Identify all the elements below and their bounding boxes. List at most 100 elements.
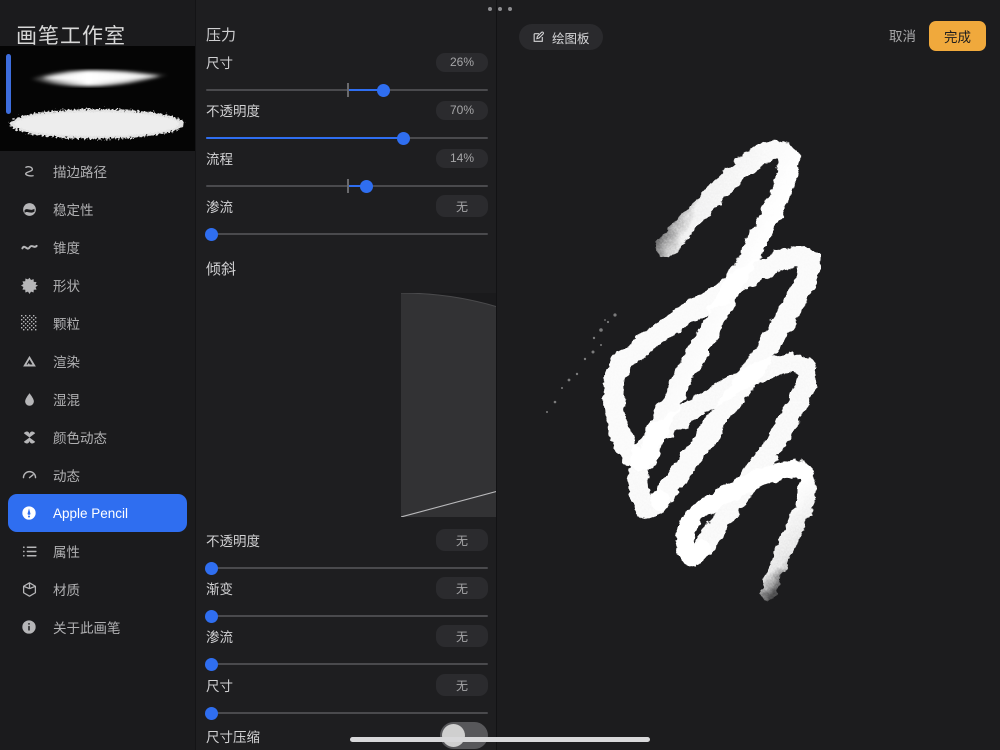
dynamics-icon (18, 464, 40, 486)
materials-icon (18, 578, 40, 600)
sidebar-item-label: 动态 (53, 469, 80, 484)
sidebar-item-4[interactable]: 形状 (8, 266, 187, 304)
slider-value[interactable]: 无 (436, 529, 488, 551)
slider-track-line (206, 712, 488, 714)
sidebar-item-8[interactable]: 颜色动态 (8, 418, 187, 456)
sidebar-menu: 描边路径稳定性锥度形状 颗粒渲染湿混颜色动态动态 Apple Pencil 属性材质关… (0, 152, 195, 646)
slider-row: 渗流 无 (205, 195, 488, 241)
slider-track[interactable] (205, 657, 488, 671)
slider-value[interactable]: 无 (436, 577, 488, 599)
sidebar-item-label: 湿混 (53, 393, 80, 408)
slider-track[interactable] (206, 179, 488, 193)
tilt-pad-graphic (401, 293, 496, 517)
wet-mix-icon (18, 388, 40, 410)
slider-row: 流程 14% (206, 148, 488, 193)
tilt-angle-pad[interactable]: 15° (401, 293, 496, 517)
slider-value[interactable]: 14% (436, 148, 488, 168)
sidebar-item-label: 锥度 (53, 241, 80, 256)
slider-row: 不透明度 无 (205, 529, 488, 575)
slider-knob[interactable] (205, 561, 218, 575)
about-icon (18, 616, 40, 638)
slider-track[interactable] (206, 131, 488, 145)
rendering-icon (18, 350, 40, 372)
slider-label: 渐变 (206, 582, 233, 597)
slider-knob[interactable] (205, 657, 218, 671)
grain-icon (18, 312, 40, 334)
slider-header: 渗流 无 (206, 195, 488, 217)
sidebar-item-13[interactable]: 关于此画笔 (8, 608, 187, 646)
slider-track[interactable] (205, 706, 488, 720)
slider-knob[interactable] (396, 131, 410, 145)
slider-track[interactable] (205, 227, 488, 241)
slider-track-line (206, 615, 488, 617)
cancel-button[interactable]: 取消 (889, 24, 916, 50)
shape-icon (18, 274, 40, 296)
drawing-board-button[interactable]: 绘图板 (519, 24, 603, 50)
slider-track[interactable] (205, 561, 488, 575)
slider-track[interactable] (205, 609, 488, 623)
slider-knob[interactable] (360, 179, 374, 193)
slider-track[interactable] (206, 83, 488, 97)
stabilization-icon (18, 198, 40, 220)
toggle-thumb (442, 724, 465, 747)
slider-row: 渗流 无 (205, 625, 488, 671)
sidebar-item-label: 颜色动态 (53, 431, 107, 446)
sidebar-item-7[interactable]: 湿混 (8, 380, 187, 418)
slider-knob[interactable] (377, 83, 391, 97)
dot (498, 6, 502, 11)
slider-value[interactable]: 无 (436, 195, 488, 217)
slider-header: 渐变 无 (206, 577, 488, 599)
slider-row: 不透明度 70% (206, 100, 488, 145)
dot (488, 6, 492, 11)
sidebar-item-label: Apple Pencil (53, 505, 129, 521)
drawing-board-label: 绘图板 (552, 31, 590, 46)
sidebar: 画笔工作室 描边路径 稳定性 锥度 形状 颗粒 渲染 湿混 颜色动态 动态 Ap… (0, 0, 195, 750)
slider-knob[interactable] (205, 706, 218, 720)
sidebar-item-12[interactable]: 材质 (8, 570, 187, 608)
slider-knob[interactable] (205, 609, 218, 623)
edit-pencil-icon (533, 30, 544, 42)
sidebar-item-5[interactable]: 颗粒 (8, 304, 187, 342)
slider-row: 尺寸 26% (206, 52, 488, 97)
sidebar-item-label: 稳定性 (53, 203, 94, 218)
sidebar-item-3[interactable]: 锥度 (8, 228, 187, 266)
section-title-tilt: 倾斜 (206, 261, 237, 278)
slider-header: 不透明度 无 (206, 529, 488, 551)
sidebar-item-9[interactable]: 动态 (8, 456, 187, 494)
size-compression-row: 尺寸压缩 (206, 722, 488, 749)
sidebar-item-2[interactable]: 稳定性 (8, 190, 187, 228)
slider-center-tick (347, 179, 349, 193)
sidebar-item-11[interactable]: 属性 (8, 532, 187, 570)
slider-value[interactable]: 70% (436, 100, 488, 120)
apple-pencil-panel: 压力 倾斜 15° 尺寸压缩 尺寸26%不透明度70%流程14%渗流无不透明度无… (195, 0, 497, 750)
sidebar-item-label: 渲染 (53, 355, 80, 370)
slider-value[interactable]: 无 (436, 625, 488, 647)
sidebar-item-10[interactable]: Apple Pencil (8, 494, 187, 532)
sidebar-item-label: 描边路径 (53, 165, 107, 180)
sidebar-item-label: 属性 (53, 545, 80, 560)
size-compression-label: 尺寸压缩 (206, 729, 260, 745)
slider-label: 不透明度 (206, 104, 260, 119)
slider-track-line (206, 233, 488, 235)
slider-value[interactable]: 26% (436, 52, 488, 72)
home-indicator (350, 737, 650, 742)
slider-track-line (206, 663, 488, 665)
color-dynamics-icon (18, 426, 40, 448)
sidebar-item-6[interactable]: 渲染 (8, 342, 187, 380)
slider-knob[interactable] (205, 227, 218, 241)
done-button[interactable]: 完成 (929, 21, 986, 51)
stroke-canvas[interactable] (497, 62, 1000, 750)
canvas-stroke-graphic (546, 140, 821, 600)
apple-pencil-icon (18, 502, 40, 524)
section-title-pressure: 压力 (206, 27, 237, 44)
slider-value[interactable]: 无 (436, 674, 488, 696)
slider-row: 渐变 无 (205, 577, 488, 623)
slider-header: 不透明度 70% (206, 100, 488, 120)
slider-header: 尺寸 26% (206, 52, 488, 72)
taper-icon (18, 236, 40, 258)
panel-drag-handle[interactable] (488, 4, 512, 13)
size-compression-toggle[interactable] (440, 722, 488, 749)
brush-preview-strokes (10, 70, 184, 139)
sidebar-item-1[interactable]: 描边路径 (8, 152, 187, 190)
brush-studio-window: 画笔工作室 描边路径 稳定性 锥度 形状 颗粒 渲染 湿混 颜色动态 动态 Ap… (0, 0, 1000, 750)
